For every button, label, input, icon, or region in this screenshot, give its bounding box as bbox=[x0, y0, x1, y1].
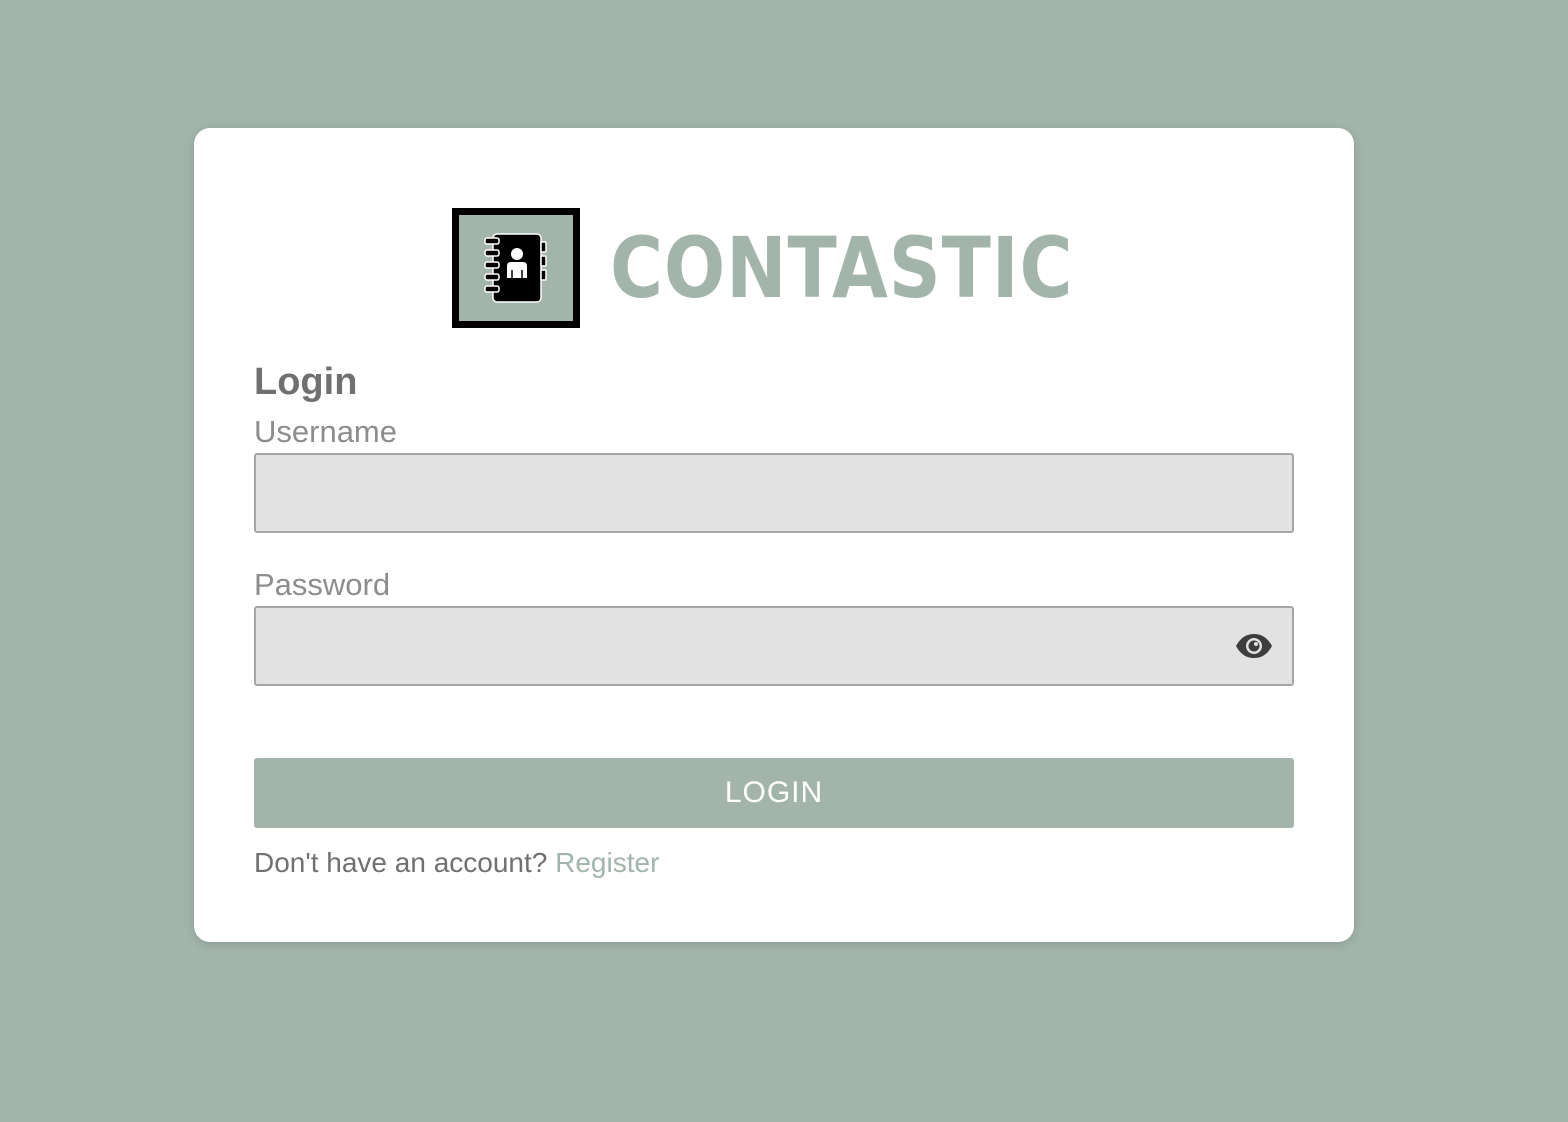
username-field-wrapper bbox=[254, 452, 1294, 533]
password-input[interactable] bbox=[254, 605, 1294, 686]
address-book-icon bbox=[452, 208, 580, 328]
eye-icon[interactable] bbox=[1234, 630, 1274, 662]
password-label: Password bbox=[254, 566, 391, 602]
username-label: Username bbox=[254, 413, 397, 449]
brand-name: CONTASTIC bbox=[610, 219, 1074, 317]
username-input[interactable] bbox=[254, 452, 1294, 533]
page-title: Login bbox=[254, 361, 358, 403]
login-card: CONTASTIC Login Username Password LOGIN … bbox=[194, 128, 1354, 942]
register-link[interactable]: Register bbox=[555, 847, 659, 878]
login-form: Login Username Password LOGIN Don't have… bbox=[254, 361, 1294, 880]
register-row: Don't have an account? Register bbox=[254, 846, 1294, 880]
password-field-wrapper bbox=[254, 605, 1294, 686]
login-button[interactable]: LOGIN bbox=[254, 757, 1294, 828]
brand-header: CONTASTIC bbox=[452, 208, 1149, 328]
register-prompt: Don't have an account? bbox=[254, 846, 548, 878]
